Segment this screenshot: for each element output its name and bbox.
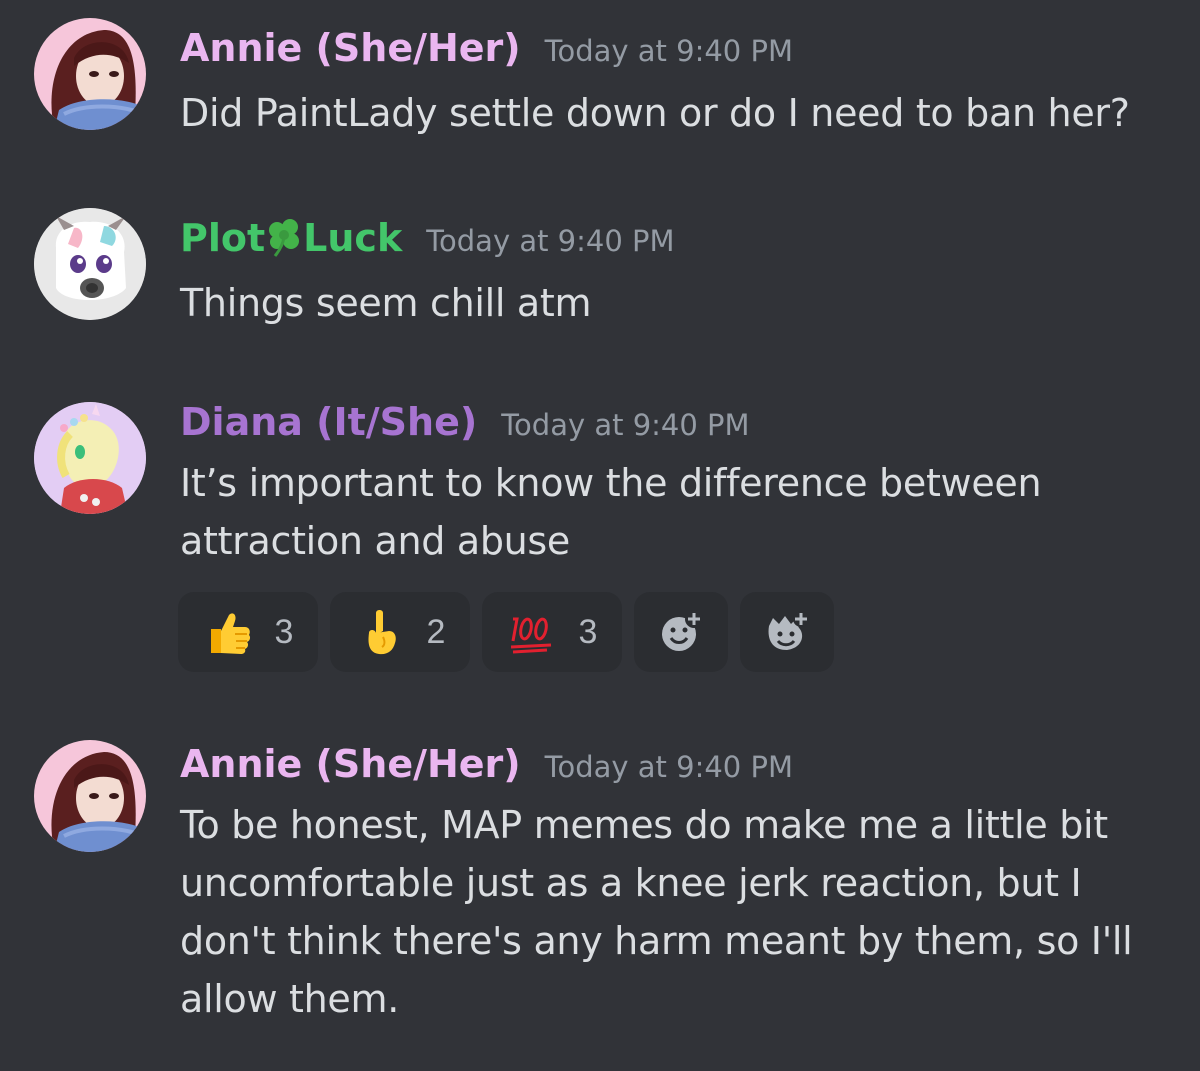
add-super-reaction-icon bbox=[768, 611, 809, 650]
message-line: Did PaintLady settle down or do I need t… bbox=[180, 91, 1130, 135]
timestamp: Today at 9:40 PM bbox=[426, 224, 675, 258]
timestamp: Today at 9:40 PM bbox=[544, 750, 793, 784]
username-part: Luck bbox=[303, 216, 403, 260]
diana-avatar[interactable] bbox=[34, 402, 146, 514]
message-header: Annie (She/Her) Today at 9:40 PM bbox=[180, 26, 793, 70]
username[interactable]: Annie (She/Her) bbox=[180, 26, 521, 70]
thumbs-up-icon bbox=[203, 607, 253, 657]
message-content: It’s important to know the difference be… bbox=[180, 454, 1170, 570]
message-header: Annie (She/Her) Today at 9:40 PM bbox=[180, 742, 793, 786]
reactions-bar: 3 2 3 bbox=[178, 592, 834, 672]
chat-messages: Annie (She/Her) Today at 9:40 PM Did Pai… bbox=[0, 0, 1200, 1071]
message-line: It’s important to know the difference be… bbox=[180, 461, 1042, 505]
add-reaction-button[interactable] bbox=[634, 592, 728, 672]
reaction-point-up[interactable]: 2 bbox=[330, 592, 470, 672]
reaction-count: 3 bbox=[274, 612, 294, 651]
username[interactable]: Plot Luck bbox=[180, 216, 402, 260]
message-content: Things seem chill atm bbox=[180, 274, 1170, 332]
reaction-count: 3 bbox=[578, 612, 598, 651]
message-line: uncomfortable just as a knee jerk reacti… bbox=[180, 861, 1082, 905]
message-content: To be honest, MAP memes do make me a lit… bbox=[180, 796, 1170, 1028]
reaction-thumbs-up[interactable]: 3 bbox=[178, 592, 318, 672]
message-line: To be honest, MAP memes do make me a lit… bbox=[180, 803, 1108, 847]
username[interactable]: Annie (She/Her) bbox=[180, 742, 521, 786]
reaction-count: 2 bbox=[426, 612, 446, 651]
message-content: Did PaintLady settle down or do I need t… bbox=[180, 84, 1170, 142]
username-part: Plot bbox=[180, 216, 266, 260]
message-line: allow them. bbox=[180, 977, 399, 1021]
username[interactable]: Diana (It/She) bbox=[180, 400, 477, 444]
message-line: attraction and abuse bbox=[180, 519, 570, 563]
index-pointing-up-icon bbox=[355, 607, 405, 657]
annie-avatar[interactable] bbox=[34, 740, 146, 852]
timestamp: Today at 9:40 PM bbox=[501, 408, 750, 442]
shamrock-icon bbox=[269, 219, 300, 257]
message-header: Plot Luck Today at 9:40 PM bbox=[180, 216, 675, 260]
message-header: Diana (It/She) Today at 9:40 PM bbox=[180, 400, 750, 444]
annie-avatar[interactable] bbox=[34, 18, 146, 130]
timestamp: Today at 9:40 PM bbox=[544, 34, 793, 68]
add-super-reaction-button[interactable] bbox=[740, 592, 834, 672]
plotluck-avatar[interactable] bbox=[34, 208, 146, 320]
add-reaction-icon bbox=[662, 610, 703, 651]
reaction-hundred[interactable]: 3 bbox=[482, 592, 622, 672]
message-line: Things seem chill atm bbox=[180, 281, 592, 325]
hundred-points-icon bbox=[507, 607, 557, 657]
message-line: don't think there's any harm meant by th… bbox=[180, 919, 1133, 963]
